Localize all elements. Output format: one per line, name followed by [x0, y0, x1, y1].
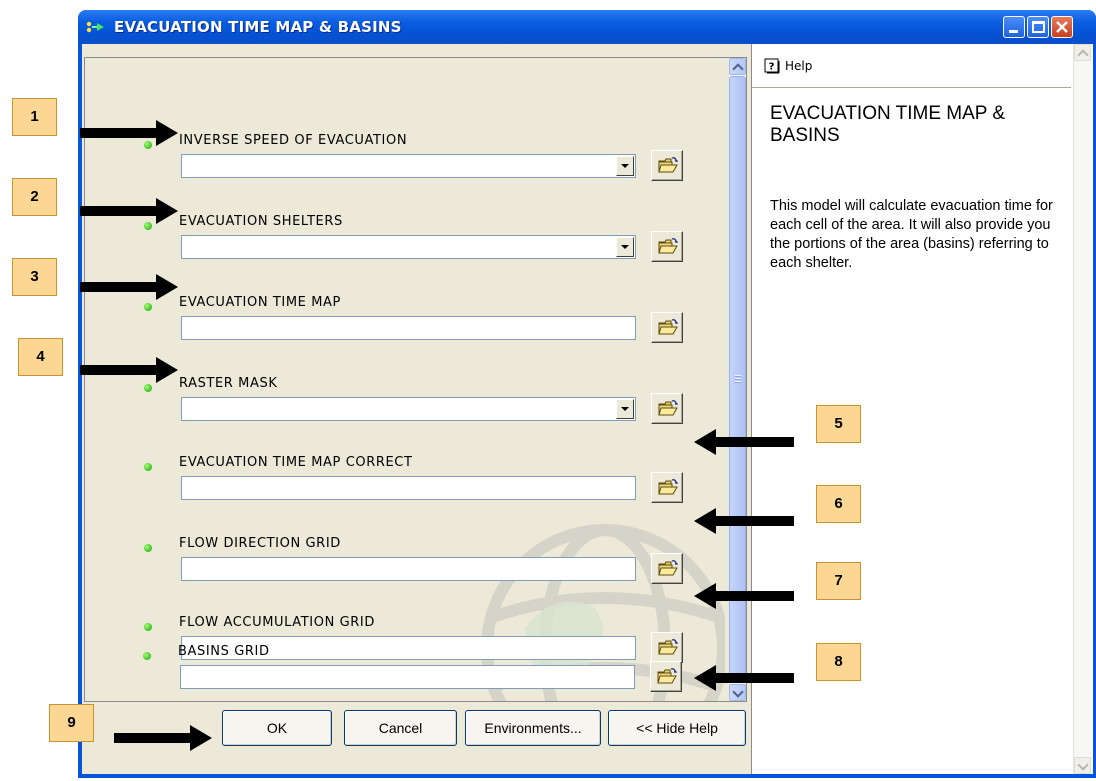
evacuation-time-map-correct-field[interactable] — [181, 476, 636, 500]
callout-8: 8 — [816, 643, 861, 681]
open-folder-icon — [657, 668, 677, 684]
help-icon: ? — [764, 58, 780, 74]
chevron-up-icon — [732, 63, 744, 75]
maximize-icon — [1032, 21, 1045, 33]
open-folder-icon — [658, 157, 678, 173]
param-evacuation-shelters: EVACUATION SHELTERS — [85, 214, 725, 278]
arrow-right-icon — [80, 274, 178, 300]
param-label: INVERSE SPEED OF EVACUATION — [179, 133, 408, 148]
raster-mask-dropdown[interactable] — [181, 397, 636, 421]
arrow-left-icon — [694, 508, 794, 534]
required-indicator-icon — [144, 463, 152, 471]
open-folder-icon — [658, 479, 678, 495]
browse-button[interactable] — [650, 661, 682, 692]
required-indicator-icon — [144, 303, 152, 311]
open-folder-icon — [658, 400, 678, 416]
callout-4: 4 — [18, 338, 63, 376]
callout-7: 7 — [816, 562, 861, 600]
open-folder-icon — [658, 319, 678, 335]
ok-button[interactable]: OK — [222, 710, 332, 746]
param-label: FLOW ACCUMULATION GRID — [179, 615, 375, 630]
callout-2: 2 — [12, 178, 57, 216]
arrow-right-icon — [80, 198, 178, 224]
parameters-pane: INVERSE SPEED OF EVACUATION EVACUATION S… — [84, 57, 747, 702]
param-label: FLOW DIRECTION GRID — [179, 536, 341, 551]
basins-grid-field[interactable] — [180, 665, 635, 689]
dialog-window: EVACUATION TIME MAP & BASINS INVERSE SPE… — [78, 10, 1096, 778]
param-evacuation-time-map-correct: EVACUATION TIME MAP CORRECT — [85, 455, 725, 519]
browse-button[interactable] — [651, 312, 683, 343]
grip-line — [735, 375, 741, 376]
param-label: RASTER MASK — [179, 376, 278, 391]
help-title: EVACUATION TIME MAP & BASINS — [770, 103, 1006, 146]
cancel-button[interactable]: Cancel — [344, 710, 457, 746]
scroll-up-button[interactable] — [1074, 44, 1091, 61]
close-icon — [1056, 21, 1068, 33]
minimize-button[interactable] — [1003, 16, 1025, 38]
hide-help-button[interactable]: << Hide Help — [608, 710, 746, 746]
arrow-left-icon — [694, 429, 794, 455]
grip-line — [735, 378, 741, 379]
callout-5: 5 — [816, 405, 861, 443]
window-title: EVACUATION TIME MAP & BASINS — [114, 18, 402, 36]
param-raster-mask: RASTER MASK — [85, 376, 725, 440]
inverse-speed-dropdown[interactable] — [181, 154, 636, 178]
browse-button[interactable] — [651, 553, 683, 584]
required-indicator-icon — [144, 544, 152, 552]
arrow-left-icon — [694, 583, 794, 609]
help-scrollbar[interactable] — [1073, 44, 1091, 774]
dropdown-arrow-button[interactable] — [616, 237, 634, 257]
open-folder-icon — [658, 560, 678, 576]
maximize-button[interactable] — [1027, 16, 1049, 38]
evacuation-shelters-dropdown[interactable] — [181, 235, 636, 259]
arrow-right-icon — [114, 725, 212, 751]
callout-9: 9 — [49, 704, 94, 742]
chevron-up-icon — [1077, 49, 1089, 61]
param-label: EVACUATION TIME MAP CORRECT — [179, 455, 413, 470]
flow-direction-grid-field[interactable] — [181, 557, 636, 581]
help-tab-label: Help — [785, 59, 813, 73]
model-icon — [86, 21, 104, 33]
browse-button[interactable] — [651, 472, 683, 503]
scroll-up-button[interactable] — [729, 58, 746, 75]
arrow-left-icon — [694, 665, 794, 691]
svg-text:?: ? — [769, 62, 775, 73]
required-indicator-icon — [144, 384, 152, 392]
browse-button[interactable] — [651, 150, 683, 181]
chevron-down-icon — [1077, 759, 1089, 771]
help-pane: ? Help EVACUATION TIME MAP & BASINS This… — [751, 44, 1093, 774]
param-inverse-speed: INVERSE SPEED OF EVACUATION — [85, 133, 725, 197]
param-flow-direction-grid: FLOW DIRECTION GRID — [85, 536, 725, 600]
browse-button[interactable] — [651, 393, 683, 424]
evacuation-time-map-field[interactable] — [181, 316, 636, 340]
scroll-down-button[interactable] — [1074, 757, 1091, 774]
callout-6: 6 — [816, 485, 861, 523]
browse-button[interactable] — [651, 231, 683, 262]
arrow-right-icon — [80, 120, 178, 146]
dropdown-arrow-button[interactable] — [616, 399, 634, 419]
help-body-text: This model will calculate evacuation tim… — [770, 198, 1053, 271]
close-button[interactable] — [1051, 16, 1073, 38]
required-indicator-icon — [144, 623, 152, 631]
param-label: EVACUATION SHELTERS — [179, 214, 343, 229]
param-label: EVACUATION TIME MAP — [179, 295, 341, 310]
environments-button[interactable]: Environments... — [465, 710, 601, 746]
callout-3: 3 — [12, 258, 57, 296]
arrow-right-icon — [80, 357, 178, 383]
dropdown-arrow-button[interactable] — [616, 156, 634, 176]
help-header: ? Help — [752, 44, 1071, 88]
callout-1: 1 — [12, 98, 57, 136]
title-bar[interactable]: EVACUATION TIME MAP & BASINS — [78, 10, 1096, 44]
grip-line — [735, 381, 741, 382]
open-folder-icon — [658, 238, 678, 254]
minimize-icon — [1009, 30, 1018, 33]
param-evacuation-time-map: EVACUATION TIME MAP — [85, 295, 725, 359]
